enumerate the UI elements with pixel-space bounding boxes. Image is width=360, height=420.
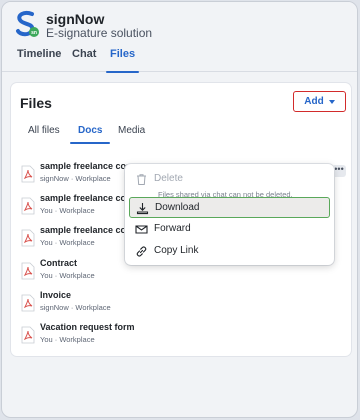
trash-icon xyxy=(137,174,146,185)
file-name: sample freelance cor xyxy=(40,225,130,235)
file-meta: You · Workplace xyxy=(40,238,95,247)
add-button-label: Add xyxy=(304,96,324,107)
file-context-menu: Delete Files shared via chat can not be … xyxy=(125,164,334,265)
file-meta: You · Workplace xyxy=(40,206,95,215)
download-menu-item[interactable]: Download xyxy=(129,197,330,218)
file-meta: signNow · Workplace xyxy=(40,303,111,312)
file-name: Invoice xyxy=(40,290,72,300)
file-name: Contract xyxy=(40,258,78,268)
file-row[interactable]: Invoice signNow · Workplace xyxy=(11,288,351,318)
caret-down-icon xyxy=(328,99,335,104)
file-meta: You · Workplace xyxy=(40,271,95,280)
subtab-docs[interactable]: Docs xyxy=(69,125,112,144)
pdf-file-icon xyxy=(21,229,35,247)
app-header: sn signNow E-signature solution Timeline… xyxy=(2,2,357,73)
app-title: signNow xyxy=(46,11,105,27)
add-button[interactable]: Add xyxy=(293,91,346,112)
forward-mail-icon xyxy=(135,225,148,234)
tab-chat[interactable]: Chat xyxy=(72,48,96,72)
forward-menu-item[interactable]: Forward xyxy=(129,219,330,240)
download-icon xyxy=(136,203,149,215)
delete-label: Delete xyxy=(154,173,183,184)
file-type-tabs: All files Docs Media xyxy=(11,125,351,147)
app-subtitle: E-signature solution xyxy=(46,26,153,40)
copy-link-label: Copy Link xyxy=(154,245,199,256)
download-label: Download xyxy=(155,202,200,213)
forward-label: Forward xyxy=(154,223,191,234)
file-name: sample freelance cor xyxy=(40,193,130,203)
file-name: sample freelance cor xyxy=(40,161,130,171)
signnow-logo-icon: sn xyxy=(16,10,39,37)
subtab-media[interactable]: Media xyxy=(118,125,145,136)
pdf-file-icon xyxy=(21,197,35,215)
pdf-file-icon xyxy=(21,262,35,280)
files-title: Files xyxy=(20,95,52,111)
delete-menu-item: Delete Files shared via chat can not be … xyxy=(129,169,330,199)
tab-timeline[interactable]: Timeline xyxy=(17,48,61,72)
pdf-file-icon xyxy=(21,294,35,312)
more-options-button[interactable]: ••• xyxy=(332,165,346,177)
file-meta: signNow · Workplace xyxy=(40,174,111,183)
file-meta: You · Workplace xyxy=(40,335,95,344)
tab-files[interactable]: Files xyxy=(105,48,140,73)
svg-text:sn: sn xyxy=(31,30,37,36)
link-icon xyxy=(136,246,147,257)
pdf-file-icon xyxy=(21,326,35,344)
app-panel: sn signNow E-signature solution Timeline… xyxy=(1,1,358,418)
file-name: Vacation request form xyxy=(40,322,135,332)
pdf-file-icon xyxy=(21,165,35,183)
main-tabs: Timeline Chat Files xyxy=(2,48,357,73)
file-row[interactable]: Vacation request form You · Workplace xyxy=(11,320,351,350)
subtab-all-files[interactable]: All files xyxy=(28,125,60,136)
copy-link-menu-item[interactable]: Copy Link xyxy=(129,241,330,262)
